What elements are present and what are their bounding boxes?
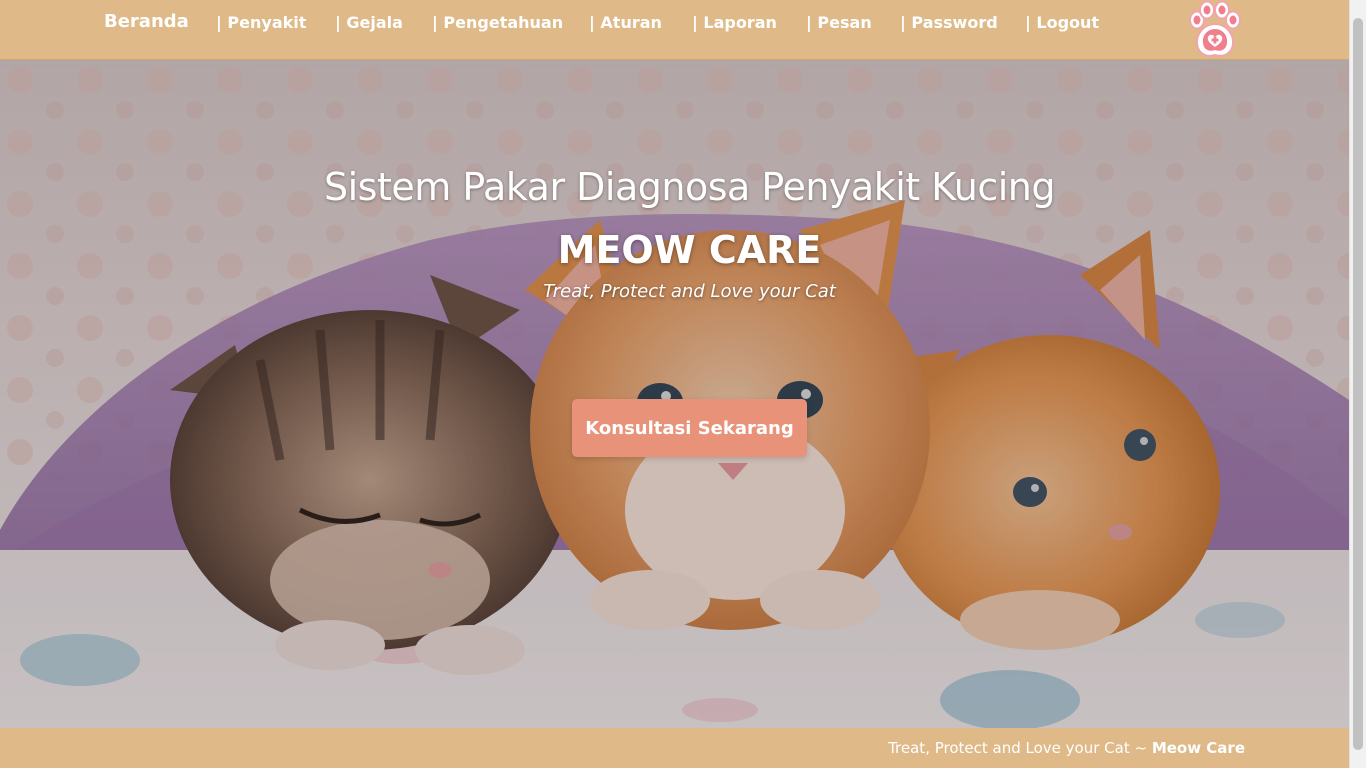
nav-logout[interactable]: | Logout	[1025, 12, 1099, 34]
footer-tagline: Treat, Protect and Love your Cat ~	[888, 739, 1152, 757]
nav-gejala[interactable]: | Gejala	[335, 12, 403, 34]
hero-section: Sistem Pakar Diagnosa Penyakit Kucing ME…	[0, 60, 1349, 728]
konsultasi-button[interactable]: Konsultasi Sekarang	[572, 399, 807, 457]
nav-pesan[interactable]: | Pesan	[806, 12, 872, 34]
hero-tagline: Treat, Protect and Love your Cat	[543, 281, 836, 302]
hero-title: Sistem Pakar Diagnosa Penyakit Kucing	[324, 165, 1056, 209]
nav-password[interactable]: | Password	[900, 12, 998, 34]
nav-beranda[interactable]: Beranda	[104, 11, 189, 33]
top-navbar: Beranda | Penyakit | Gejala | Pengetahua…	[0, 0, 1349, 60]
nav-laporan[interactable]: | Laporan	[692, 12, 777, 34]
footer: Treat, Protect and Love your Cat ~ Meow …	[0, 728, 1349, 768]
hero-brand: MEOW CARE	[557, 228, 822, 272]
paw-icon[interactable]	[1184, 0, 1246, 60]
nav-penyakit[interactable]: | Penyakit	[216, 12, 306, 34]
nav-aturan[interactable]: | Aturan	[589, 12, 662, 34]
footer-brand: Meow Care	[1151, 739, 1245, 757]
footer-text: Treat, Protect and Love your Cat ~ Meow …	[888, 738, 1245, 758]
hero-overlay	[0, 60, 1349, 728]
nav-pengetahuan[interactable]: | Pengetahuan	[432, 12, 563, 34]
scrollbar-thumb[interactable]	[1353, 18, 1363, 750]
vertical-scrollbar[interactable]	[1349, 0, 1366, 768]
